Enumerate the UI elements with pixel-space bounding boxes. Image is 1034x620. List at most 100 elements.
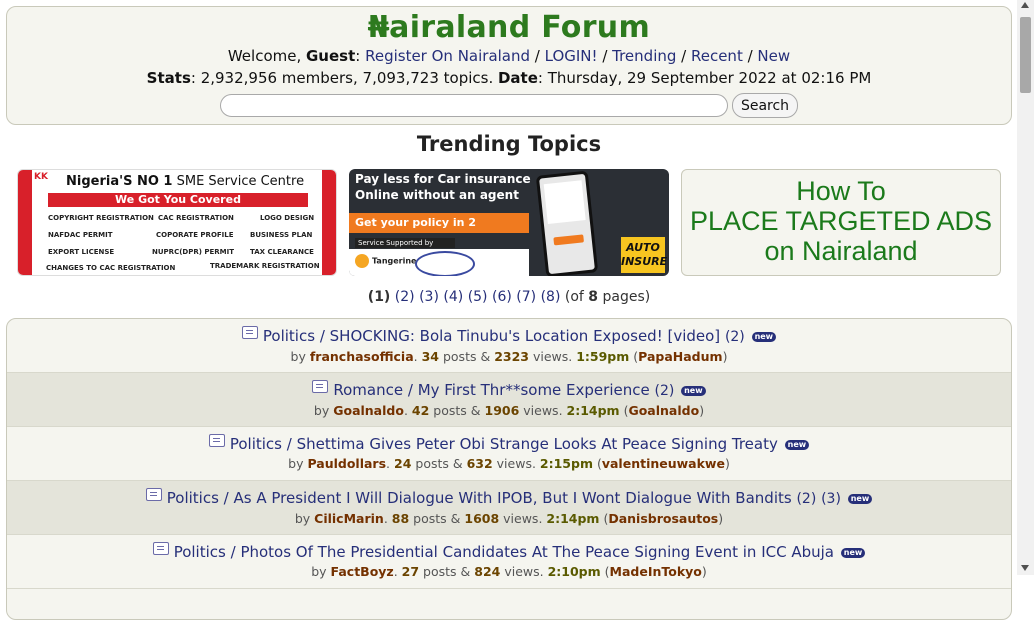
date-label: Date (497, 69, 538, 87)
topic-time: 2:14pm (566, 403, 620, 418)
welcome-line: Welcome, Guest: Register On Nairaland / … (227, 47, 791, 65)
topic-page-link[interactable]: (2) (725, 329, 745, 345)
search-button[interactable]: Search (731, 93, 799, 118)
topic-views: 1906 (484, 403, 520, 418)
guest-label: Guest (306, 47, 356, 65)
topic-section-link[interactable]: Politics (174, 543, 226, 561)
topic-section-link[interactable]: Politics (167, 489, 219, 507)
topic-author-link[interactable]: CilicMarin (314, 511, 384, 526)
topic-views: 1608 (464, 511, 500, 526)
new-badge: new (847, 493, 873, 504)
topic-author-link[interactable]: Pauldollars (307, 456, 386, 471)
scroll-thumb[interactable] (1020, 17, 1031, 93)
ad-cta: Get your policy in 2 minutes (349, 213, 529, 249)
new-badge: new (840, 547, 866, 558)
last-poster-link[interactable]: MadeInTokyo (610, 564, 702, 579)
topic-section-link[interactable]: Politics (230, 435, 282, 453)
page-link[interactable]: (6) (492, 289, 512, 305)
topic-posts: 42 (411, 403, 430, 418)
login-link[interactable]: LOGIN! (545, 47, 598, 65)
new-link[interactable]: New (757, 47, 790, 65)
ad-service-item: NAFDAC PERMIT (48, 231, 113, 239)
topic-time: 2:10pm (547, 564, 601, 579)
search-input[interactable] (219, 94, 728, 117)
ad-service-item: COPYRIGHT REGISTRATION (48, 214, 154, 222)
regulator-seal-icon (415, 251, 475, 276)
ad-service-item: BUSINESS PLAN (250, 231, 313, 239)
stats-text: : 2,932,956 members, 7,093,723 topics. (190, 69, 498, 87)
trending-topics-heading: Trending Topics (416, 132, 602, 156)
scroll-down-arrow-icon[interactable] (1021, 565, 1029, 571)
ad-place-targeted-ads[interactable]: How To PLACE TARGETED ADS on Nairaland (681, 169, 1001, 276)
topic-title-link[interactable]: SHOCKING: Bola Tinubu's Location Exposed… (330, 327, 721, 345)
ad-supported-label: Service Supported by (355, 238, 455, 248)
topic-page-link[interactable]: (2) (654, 383, 674, 399)
topic-title-link[interactable]: As A President I Will Dialogue With IPOB… (234, 489, 792, 507)
last-poster-link[interactable]: PapaHadum (638, 349, 722, 364)
auto-insure-logo: AUTO INSURE (621, 237, 667, 273)
last-poster-link[interactable]: Goalnaldo (628, 403, 699, 418)
topic-icon (145, 488, 162, 501)
topic-time: 2:14pm (546, 511, 600, 526)
ad-brand-logo: KK (34, 172, 48, 182)
topic-section-link[interactable]: Romance (333, 381, 403, 399)
phone-icon (535, 170, 599, 276)
topic-posts: 34 (421, 349, 439, 364)
last-poster-link[interactable]: Danisbrosautos (608, 511, 718, 526)
ad-service-item: COPORATE PROFILE (156, 231, 234, 239)
page-link[interactable]: (5) (468, 289, 488, 305)
topic-title-link[interactable]: My First Thr**some Experience (418, 381, 650, 399)
topic-page-link[interactable]: (3) (821, 491, 841, 507)
topic-icon (312, 380, 329, 393)
table-row: Politics / Shettima Gives Peter Obi Stra… (7, 427, 1011, 481)
ad-service-item: TRADEMARK REGISTRATION (210, 262, 320, 270)
ad-service-item: CAC REGISTRATION (158, 214, 234, 222)
stats-line: Stats: 2,932,956 members, 7,093,723 topi… (7, 67, 1011, 89)
new-badge: new (751, 331, 777, 342)
table-row: Politics / SHOCKING: Bola Tinubu's Locat… (7, 319, 1011, 373)
page-link[interactable]: (8) (541, 289, 561, 305)
logo-text: airaland Forum (389, 10, 651, 45)
search-bar: Search (7, 93, 1011, 118)
page-link[interactable]: (7) (516, 289, 536, 305)
last-poster-link[interactable]: valentineuwakwe (602, 456, 725, 471)
topic-author-link[interactable]: FactBoyz (331, 564, 394, 579)
topic-time: 1:59pm (576, 349, 630, 364)
topic-section-link[interactable]: Politics (263, 327, 315, 345)
page-scrollbar[interactable] (1017, 0, 1034, 575)
topic-views: 2323 (494, 349, 529, 364)
topic-author-link[interactable]: franchasofficia (310, 349, 414, 364)
table-row: Politics / As A President I Will Dialogu… (7, 481, 1011, 535)
ad-sponsor: Tangerine (355, 254, 416, 268)
stats-label: Stats (146, 69, 191, 87)
ad-service-item: EXPORT LICENSE (48, 248, 115, 256)
topic-icon (241, 326, 258, 339)
ad-sme-service-centre[interactable]: KK Nigeria'S NO 1 SME Service Centre We … (17, 169, 337, 276)
page-link[interactable]: (2) (395, 289, 415, 305)
page-link[interactable]: (3) (419, 289, 439, 305)
topic-author-link[interactable]: Goalnaldo (333, 403, 404, 418)
topic-page-link[interactable]: (2) (796, 491, 816, 507)
topic-title-link[interactable]: Photos Of The Presidential Candidates At… (240, 543, 834, 561)
new-badge: new (681, 385, 706, 396)
register-link[interactable]: Register On Nairaland (365, 47, 530, 65)
ad-service-item: NUPRC(DPR) PERMIT (152, 248, 235, 256)
ad-headline: Nigeria'S NO 1 SME Service Centre (66, 174, 305, 189)
recent-link[interactable]: Recent (691, 47, 743, 65)
ad-service-item: CHANGES TO CAC REGISTRATION (46, 264, 176, 272)
ad-car-insurance[interactable]: Pay less for Car insurance Online withou… (349, 169, 669, 276)
ad-line: PLACE TARGETED ADS (689, 206, 993, 236)
table-row: Romance / My First Thr**some Experience … (7, 373, 1011, 427)
ad-decoration (18, 170, 32, 275)
topic-icon (208, 434, 225, 447)
welcome-text: Welcome, (227, 47, 306, 65)
topic-title-link[interactable]: Shettima Gives Peter Obi Strange Looks A… (297, 435, 778, 453)
site-header: ₦airaland Forum Welcome, Guest: Register… (6, 6, 1012, 125)
date-text: : Thursday, 29 September 2022 at 02:16 P… (537, 69, 872, 87)
topic-posts: 88 (391, 511, 410, 526)
trending-link[interactable]: Trending (612, 47, 676, 65)
scroll-up-arrow-icon[interactable] (1021, 2, 1029, 8)
site-logo[interactable]: ₦airaland Forum (7, 11, 1011, 45)
page-link[interactable]: (4) (443, 289, 463, 305)
topic-views: 824 (474, 564, 501, 579)
